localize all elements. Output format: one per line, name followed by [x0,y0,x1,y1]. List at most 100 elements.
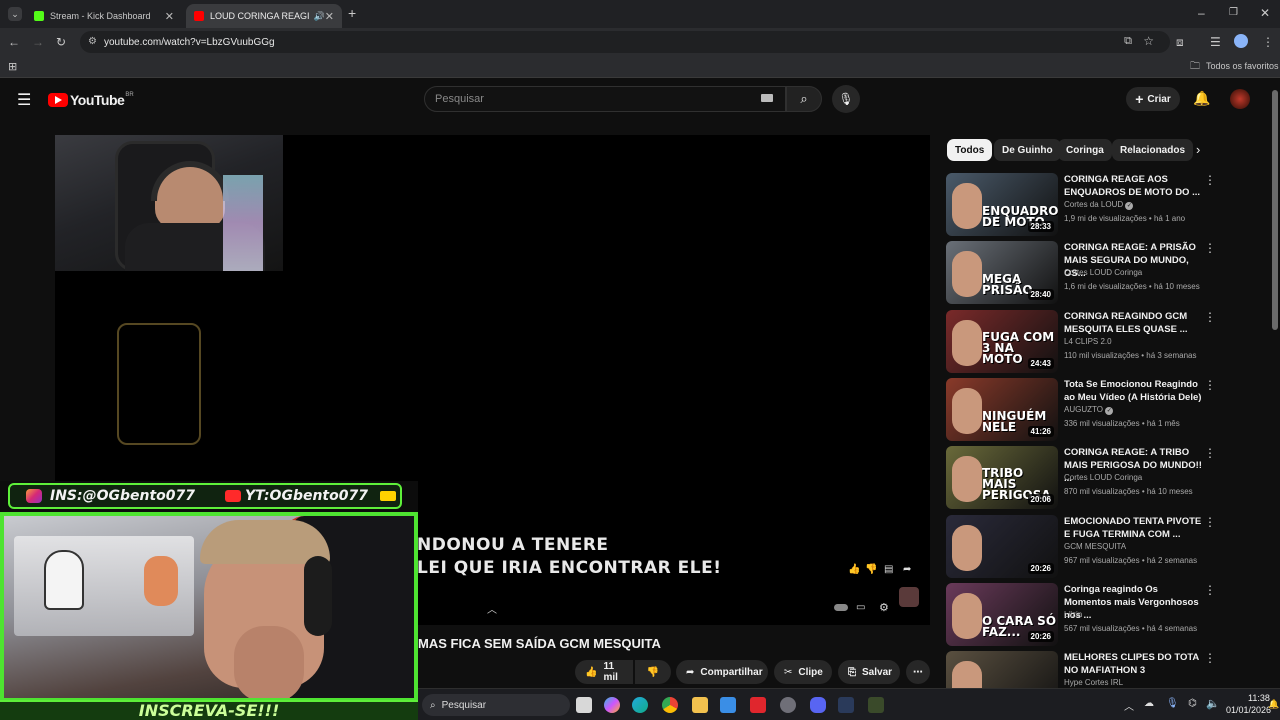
video-thumbnail[interactable]: 20:26 [946,515,1058,578]
restore-icon[interactable]: ❐ [1229,6,1238,20]
clock-date[interactable]: 01/01/2026 [1226,705,1271,715]
chip-coringa[interactable]: Coringa [1058,139,1112,161]
recommendation-item[interactable]: O CARA SÓ FAZ... 20:26 Coringa reagindo Os… [946,583,1216,647]
site-info-icon[interactable]: ⚙ [88,36,97,47]
all-bookmarks-label[interactable]: Todos os favoritos [1206,61,1279,71]
recommendation-item[interactable]: FUGA COM 3 NA MOTO 24:43 CORINGA REAGINDO … [946,310,1216,374]
more-options-icon[interactable]: ⋮ [1204,378,1216,392]
video-thumbnail[interactable]: NINGUÉM NELE 41:26 [946,378,1058,441]
video-thumbnail[interactable]: MEGA PRISÃO 28:40 [946,241,1058,304]
tray-chevron-icon[interactable]: ︿ [1124,698,1134,713]
microsoft-store-icon[interactable] [720,697,736,713]
dislike-button[interactable]: 👎 [635,660,671,684]
recommendation-item[interactable]: MEGA PRISÃO 28:40 CORINGA REAGE: A PRISÃO … [946,241,1216,305]
browser-menu-icon[interactable]: ⋮ [1262,35,1274,49]
channel-name[interactable]: Hype Cortes IRL [1064,678,1123,687]
more-options-icon[interactable]: ⋮ [1204,310,1216,324]
hamburger-menu-icon[interactable]: ☰ [17,90,31,110]
video-thumbnail[interactable]: TRIBO MAIS PERIGOSA 20:06 [946,446,1058,509]
save-button[interactable]: ⎘ Salvar [838,660,900,684]
video-thumbnail[interactable]: FUGA COM 3 NA MOTO 24:43 [946,310,1058,373]
like-overlay-icon[interactable]: 👍 [848,564,860,575]
autoplay-toggle-icon[interactable] [834,604,848,611]
vegas-icon[interactable] [868,697,884,713]
channel-name[interactable]: GCM MESQUITA [1064,542,1126,551]
copilot-icon[interactable] [604,697,620,713]
channel-name[interactable]: Cortes LOUD Coringa [1064,268,1142,277]
forward-icon[interactable]: → [32,35,44,49]
settings-app-icon[interactable] [780,697,796,713]
wifi-icon[interactable]: ⌬ [1188,698,1197,709]
address-bar[interactable]: ⚙ youtube.com/watch?v=LbzGVuubGGg ⧉ ☆ [80,31,1170,53]
video-thumbnail[interactable] [946,651,1058,688]
app-red-icon[interactable] [750,697,766,713]
recommendation-item[interactable]: ENQUADROS DE MOTO28:33CORINGA REAGE AOS … [946,173,1216,237]
more-options-icon[interactable]: ⋮ [1204,241,1216,255]
share-button[interactable]: ➦ Compartilhar [676,660,768,684]
youtube-logo[interactable]: YouTube BR [48,92,134,108]
recommendation-title[interactable]: CORINGA REAGINDO GCM MESQUITA ELES QUASE… [1064,310,1204,336]
channel-name[interactable]: Lilzin [1064,610,1082,619]
taskbar-search[interactable]: ⌕ Pesquisar [422,694,570,716]
video-thumbnail[interactable]: O CARA SÓ FAZ... 20:26 [946,583,1058,646]
close-tab-icon[interactable]: ✕ [165,10,174,23]
discord-icon[interactable] [810,697,826,713]
profile-avatar-icon[interactable] [1234,34,1248,48]
chip-de-guinho[interactable]: De Guinho [994,139,1061,161]
page-scrollbar[interactable] [1270,80,1280,688]
channel-name[interactable]: AUGUZTO ✓ [1064,405,1114,415]
account-avatar[interactable] [1230,89,1250,109]
edge-icon[interactable] [632,697,648,713]
video-thumbnail[interactable]: ENQUADROS DE MOTO28:33 [946,173,1058,236]
dislike-overlay-icon[interactable]: 👎 [865,564,877,575]
recommendation-title[interactable]: MELHORES CLIPES DO TOTA NO MAFIATHON 3 [1064,651,1204,677]
chip-relacionados[interactable]: Relacionados [1112,139,1194,161]
mic-tray-icon[interactable]: 🎙 [1166,698,1179,709]
recommendation-title[interactable]: Tota Se Emocionou Reagindo ao Meu Vídeo … [1064,378,1204,404]
network-icon[interactable]: ☁ [1144,698,1154,709]
speaker-icon[interactable]: 🔊 [314,11,325,22]
tab-search-icon[interactable]: ⌄ [8,7,22,21]
more-options-icon[interactable]: ⋮ [1204,515,1216,529]
channel-name[interactable]: Cortes da LOUD ✓ [1064,200,1134,210]
chips-next-chevron-icon[interactable]: › [1196,142,1200,157]
more-options-icon[interactable]: ⋮ [1204,583,1216,597]
recommendation-title[interactable]: CORINGA REAGE AOS ENQUADROS DE MOTO DO .… [1064,173,1204,199]
expand-chevron-icon[interactable]: ︿ [487,601,497,616]
search-button[interactable]: ⌕ [786,86,822,112]
task-view-icon[interactable] [576,697,592,713]
recommendation-title[interactable]: Coringa reagindo Os Momentos mais Vergon… [1064,583,1204,622]
channel-avatar-small[interactable] [899,587,919,607]
share-overlay-icon[interactable]: ➦ [903,564,911,575]
app-dark-icon[interactable] [838,697,854,713]
recommendation-item[interactable]: TRIBO MAIS PERIGOSA 20:06 CORINGA REAGE: A… [946,446,1216,510]
back-icon[interactable]: ← [8,35,20,49]
chrome-icon[interactable] [662,697,678,713]
recommendation-item[interactable]: MELHORES CLIPES DO TOTA NO MAFIATHON 3 Hy… [946,651,1216,688]
recommendation-item[interactable]: NINGUÉM NELE 41:26 Tota Se Emocionou Reagi… [946,378,1216,442]
close-tab-icon[interactable]: ✕ [325,10,334,23]
tab-youtube-video[interactable]: LOUD CORINGA REAGINDO 🔊 ✕ [186,4,342,28]
bookmark-star-icon[interactable]: ☆ [1143,34,1154,48]
chip-todos[interactable]: Todos [947,139,993,161]
file-explorer-icon[interactable] [692,697,708,713]
more-options-icon[interactable]: ⋮ [1204,173,1216,187]
create-button[interactable]: + Criar [1126,87,1180,111]
new-tab-icon[interactable]: + [348,6,356,20]
tab-kick-dashboard[interactable]: Stream - Kick Dashboard ✕ [26,4,182,28]
more-options-icon[interactable]: ⋮ [1204,651,1216,665]
notification-bell-icon[interactable]: 🔔 [1268,699,1279,710]
clip-button[interactable]: ✂ Clipe [774,660,832,684]
comment-overlay-icon[interactable]: ▤ [884,564,893,575]
apps-grid-icon[interactable]: ⊞ [8,60,17,74]
extensions-icon[interactable]: ⧈ [1176,35,1184,49]
recommendation-title[interactable]: EMOCIONADO TENTA PIVOTE E FUGA TERMINA C… [1064,515,1204,541]
minimize-icon[interactable]: – [1198,6,1205,20]
settings-gear-icon[interactable]: ⚙ [879,601,889,614]
captions-icon[interactable]: ▭ [856,602,865,613]
keyboard-icon[interactable] [761,94,773,102]
search-input[interactable]: Pesquisar [424,86,786,112]
volume-icon[interactable]: 🔈 [1206,697,1220,710]
like-button[interactable]: 👍 11 mil [575,660,633,684]
clock-time[interactable]: 11:38 [1248,693,1270,703]
